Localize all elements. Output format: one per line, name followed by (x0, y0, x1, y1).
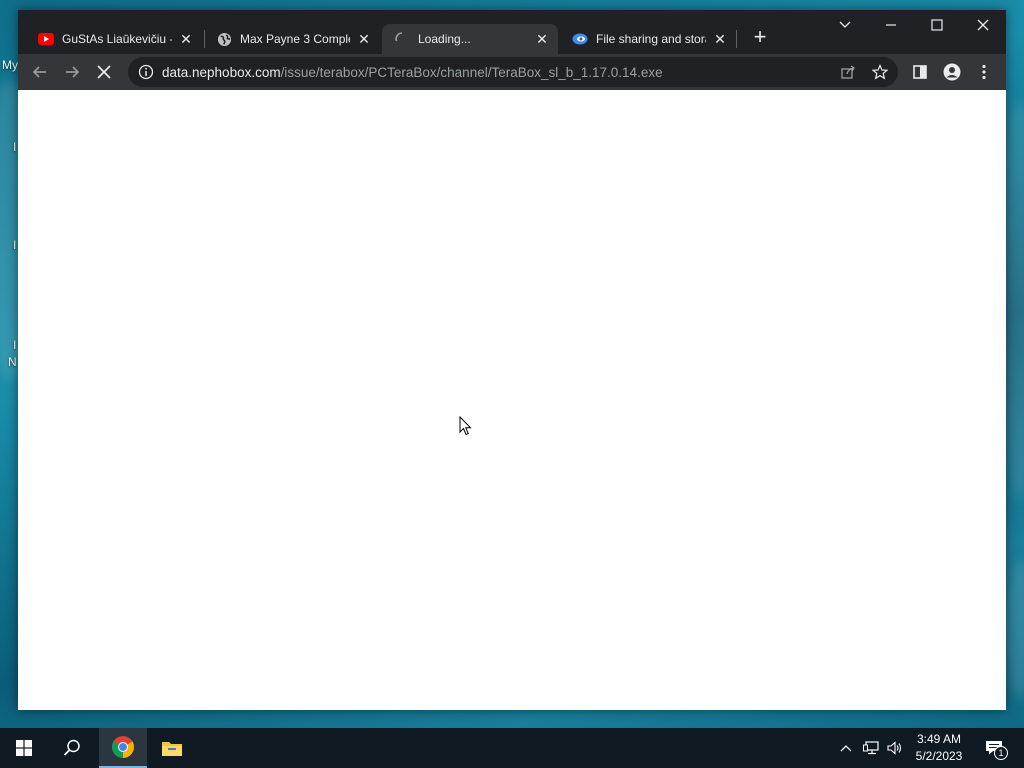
network-icon[interactable] (860, 728, 882, 768)
loading-spinner-icon (394, 31, 410, 47)
forward-button[interactable] (58, 58, 86, 86)
close-tab-icon[interactable]: ✕ (534, 31, 550, 47)
tab-max-payne[interactable]: Max Payne 3 Complete ✕ (204, 24, 380, 54)
browser-toolbar: data.nephobox.com/issue/terabox/PCTeraBo… (18, 54, 1006, 90)
taskbar: 3:49 AM 5/2/2023 1 (0, 728, 1024, 768)
tab-title: GuStAs Liaūkevičiu - Y (62, 32, 172, 46)
desktop-icon-label[interactable]: I (13, 338, 16, 352)
youtube-icon (38, 31, 54, 47)
action-center-button[interactable]: 1 (980, 728, 1008, 768)
tab-title: File sharing and storage (596, 32, 706, 46)
show-hidden-icons-button[interactable] (836, 728, 856, 768)
taskbar-chrome-button[interactable] (99, 728, 147, 768)
stop-loading-button[interactable] (90, 58, 118, 86)
desktop-icon-label[interactable]: I (13, 140, 16, 154)
close-tab-icon[interactable]: ✕ (178, 31, 194, 47)
volume-icon[interactable] (884, 728, 906, 768)
taskbar-file-explorer-button[interactable] (148, 728, 196, 768)
close-tab-icon[interactable]: ✕ (712, 31, 728, 47)
side-panel-icon[interactable] (906, 58, 934, 86)
folder-icon (162, 742, 182, 756)
wallpaper-highlight (1006, 560, 1024, 700)
globe-icon (216, 31, 232, 47)
tab-search-button[interactable] (822, 10, 868, 40)
desktop-icon-label[interactable]: I (13, 238, 16, 252)
search-button[interactable] (48, 728, 96, 768)
close-window-button[interactable] (960, 10, 1006, 40)
maximize-button[interactable] (914, 10, 960, 40)
url-path: /issue/terabox/PCTeraBox/channel/TeraBox… (280, 64, 663, 80)
desktop-icon-label[interactable]: My (2, 58, 18, 72)
chrome-icon (112, 736, 134, 758)
back-button[interactable] (26, 58, 54, 86)
tab-title: Loading... (418, 32, 471, 46)
clock[interactable]: 3:49 AM 5/2/2023 (906, 728, 972, 768)
url-host: data.nephobox.com (162, 64, 281, 80)
tab-separator (736, 30, 737, 48)
site-info-icon[interactable] (138, 64, 154, 80)
new-tab-button[interactable]: + (748, 26, 772, 50)
bookmark-star-icon[interactable] (866, 58, 894, 86)
notification-count-badge: 1 (994, 746, 1008, 760)
minimize-button[interactable] (868, 10, 914, 40)
share-icon[interactable] (834, 58, 862, 86)
clock-time: 3:49 AM (916, 732, 962, 746)
more-menu-icon[interactable] (970, 58, 998, 86)
tab-terabox[interactable]: File sharing and storage ✕ (560, 24, 736, 54)
browser-window: GuStAs Liaūkevičiu - Y ✕ Max Payne 3 Com… (18, 10, 1006, 710)
close-tab-icon[interactable]: ✕ (356, 31, 372, 47)
tab-title: Max Payne 3 Complete (240, 32, 350, 46)
clock-date: 5/2/2023 (915, 749, 963, 763)
desktop-icon-label[interactable]: N (8, 355, 17, 369)
address-url: data.nephobox.com/issue/terabox/PCTeraBo… (162, 65, 663, 80)
mouse-cursor-icon (459, 415, 473, 436)
tab-strip: GuStAs Liaūkevičiu - Y ✕ Max Payne 3 Com… (18, 10, 1006, 54)
tab-youtube[interactable]: GuStAs Liaūkevičiu - Y ✕ (26, 24, 202, 54)
start-button[interactable] (0, 728, 48, 768)
tab-loading-active[interactable]: Loading... ✕ (382, 24, 558, 54)
profile-avatar-icon[interactable] (938, 58, 966, 86)
page-content (18, 90, 1006, 710)
address-bar[interactable]: data.nephobox.com/issue/terabox/PCTeraBo… (128, 57, 898, 87)
terabox-icon (572, 31, 588, 47)
